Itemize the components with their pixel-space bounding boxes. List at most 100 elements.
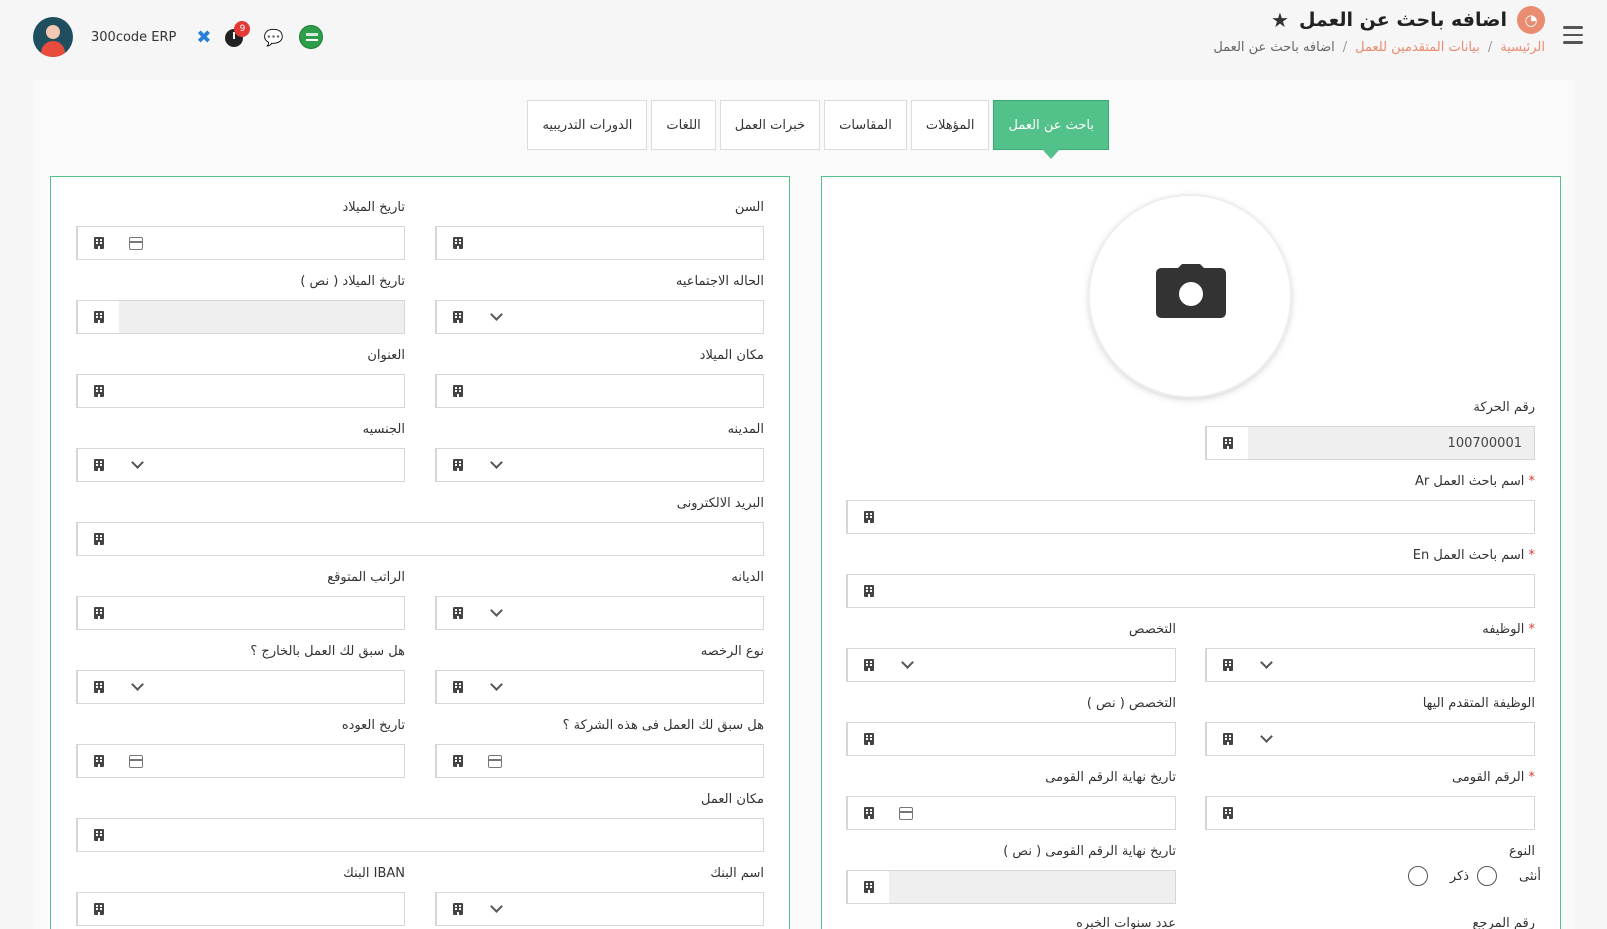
worked-abroad-label: هل سبق لك العمل بالخارج ؟ — [250, 644, 405, 659]
work-place-input[interactable] — [119, 819, 763, 851]
breadcrumb-separator: / — [1487, 40, 1493, 55]
birth-place-label: مكان الميلاد — [699, 348, 764, 363]
national-id-end-label: تاريخ نهاية الرقم القومى — [1045, 770, 1176, 785]
language-flag-icon[interactable] — [299, 25, 324, 49]
religion-select[interactable] — [478, 597, 763, 629]
bank-name-select[interactable] — [478, 893, 763, 925]
return-date-input[interactable] — [119, 745, 404, 777]
page-icon: ◔ — [1517, 6, 1545, 34]
name-ar-label: * اسم باحث العمل Ar — [1414, 474, 1535, 489]
building-icon — [93, 533, 104, 545]
avatar[interactable] — [33, 17, 73, 57]
specialization-label: التخصص — [1128, 622, 1176, 637]
building-icon — [1222, 437, 1233, 449]
tab-languages[interactable]: اللغات — [651, 100, 716, 150]
building-icon — [452, 903, 463, 915]
name-ar-field: * اسم باحث العمل Ar — [846, 474, 1535, 536]
tab-training-courses[interactable]: الدورات التدريبيه — [527, 100, 648, 150]
worked-here-date-input[interactable] — [478, 745, 763, 777]
building-icon — [452, 237, 463, 249]
building-icon — [93, 755, 104, 767]
building-icon — [93, 903, 104, 915]
experience-years-label: عدد سنوات الخبره — [1076, 916, 1176, 929]
menu-icon[interactable] — [1563, 26, 1583, 44]
address-field: العنوان — [76, 348, 405, 410]
calendar-icon — [899, 807, 913, 820]
license-type-field: نوع الرخصه — [435, 644, 764, 706]
age-field: السن — [435, 200, 764, 262]
birth-place-field: مكان الميلاد — [435, 348, 764, 410]
notifications-button[interactable]: 9 — [225, 21, 251, 47]
name-ar-input[interactable] — [889, 501, 1534, 533]
expected-salary-label: الراتب المتوقع — [327, 570, 405, 585]
specialization-text-input[interactable] — [889, 723, 1175, 755]
email-input[interactable] — [119, 523, 763, 555]
photo-upload[interactable] — [1090, 196, 1290, 396]
age-input[interactable] — [478, 227, 763, 259]
tab-job-seeker[interactable]: باحث عن العمل — [993, 100, 1109, 159]
address-label: العنوان — [367, 348, 405, 363]
tools-icon[interactable]: ✖ — [196, 27, 211, 48]
birth-date-text-field: تاريخ الميلاد ( نص ) — [76, 274, 405, 336]
birth-date-input[interactable] — [119, 227, 404, 259]
national-id-end-date-input[interactable] — [889, 797, 1175, 829]
gender-female-radio[interactable] — [1477, 866, 1497, 886]
brand-name: 300code ERP — [91, 29, 177, 45]
tab-measurements[interactable]: المقاسات — [824, 100, 907, 150]
national-id-end-text-input[interactable] — [889, 871, 1175, 903]
job-select[interactable] — [1248, 649, 1534, 681]
nationality-field: الجنسيه — [76, 422, 405, 484]
birth-date-text-input[interactable] — [119, 301, 404, 333]
age-label: السن — [734, 200, 764, 215]
marital-status-label: الحاله الاجتماعيه — [675, 274, 764, 289]
gender-male-radio[interactable] — [1407, 866, 1428, 886]
nationality-select[interactable] — [119, 449, 404, 481]
tab-qualifications[interactable]: المؤهلات — [910, 100, 990, 150]
building-icon — [452, 459, 463, 471]
bank-name-field: اسم البنك — [435, 866, 764, 928]
chevron-down-icon — [901, 656, 914, 669]
building-icon — [93, 385, 104, 397]
worked-abroad-select[interactable] — [119, 671, 404, 703]
birth-place-input[interactable] — [478, 375, 763, 407]
iban-input[interactable] — [119, 893, 404, 925]
specialization-field: التخصص — [846, 622, 1176, 684]
breadcrumb-separator: / — [1342, 40, 1348, 55]
expected-salary-input[interactable] — [119, 597, 404, 629]
gender-radio-group: ذكر أنثى — [1407, 866, 1541, 886]
building-icon — [1222, 807, 1233, 819]
page-title: اضافه باحث عن العمل — [1298, 9, 1507, 31]
work-place-field: مكان العمل — [76, 792, 764, 854]
license-type-select[interactable] — [478, 671, 763, 703]
iban-field: IBAN البنك — [76, 866, 405, 928]
national-id-input[interactable] — [1248, 797, 1534, 829]
marital-status-select[interactable] — [478, 301, 763, 333]
specialization-select[interactable] — [889, 649, 1175, 681]
movement-no-input[interactable]: 100700001 — [1248, 427, 1534, 459]
gender-female-label: أنثى — [1519, 868, 1541, 884]
name-en-label: * اسم باحث العمل En — [1412, 548, 1535, 563]
building-icon — [452, 681, 463, 693]
specialization-text-label: التخصص ( نص ) — [1086, 696, 1176, 711]
job-label: * الوظيفه — [1482, 622, 1535, 637]
camera-icon — [1156, 264, 1226, 318]
chat-icon[interactable]: 💬 — [263, 28, 283, 47]
applied-job-field: الوظيفة المتقدم اليها — [1205, 696, 1535, 758]
breadcrumb-parent[interactable]: بيانات المتقدمين للعمل — [1355, 40, 1480, 55]
address-input[interactable] — [119, 375, 404, 407]
chevron-down-icon — [131, 456, 144, 469]
chevron-down-icon — [131, 678, 144, 691]
building-icon — [452, 311, 463, 323]
breadcrumb-home[interactable]: الرئيسية — [1500, 40, 1545, 55]
religion-label: الديانه — [731, 570, 764, 585]
name-en-input[interactable] — [889, 575, 1534, 607]
tab-work-experience[interactable]: خبرات العمل — [719, 100, 821, 150]
worked-here-label: هل سبق لك العمل فى هذه الشركة ؟ — [562, 718, 764, 733]
gender-male-label: ذكر — [1449, 868, 1469, 884]
national-id-end-text-field: تاريخ نهاية الرقم القومى ( نص ) — [846, 844, 1176, 906]
email-field: البريد الالكترونى — [76, 496, 764, 558]
favorite-star-icon[interactable]: ★ — [1271, 8, 1289, 32]
city-select[interactable] — [478, 449, 763, 481]
notification-badge: 9 — [234, 21, 251, 37]
applied-job-select[interactable] — [1248, 723, 1534, 755]
